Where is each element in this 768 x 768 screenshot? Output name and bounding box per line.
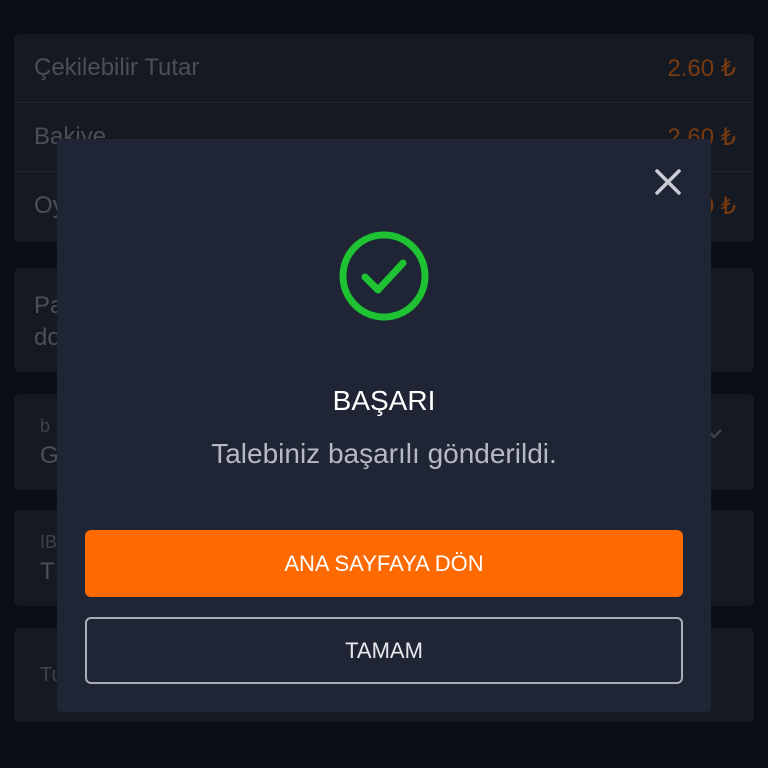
- balance-label: Çekilebilir Tutar: [34, 54, 200, 81]
- page: Çekilebilir Tutar 2.60 ₺ Bakiye 2.60 ₺ O…: [0, 0, 768, 768]
- iban-field-label: IB: [40, 532, 58, 552]
- modal-message: Talebiniz başarılı gönderildi.: [211, 438, 557, 469]
- bank-field-value: G: [40, 442, 59, 469]
- ok-button[interactable]: TAMAM: [85, 617, 683, 684]
- balance-row-withdrawable: Çekilebilir Tutar 2.60 ₺: [14, 34, 754, 103]
- home-button[interactable]: ANA SAYFAYA DÖN: [85, 530, 683, 597]
- modal-title: BAŞARI: [332, 385, 436, 416]
- close-icon[interactable]: [651, 165, 685, 199]
- iban-field-value: T: [40, 558, 55, 585]
- balance-value: 2.60 ₺: [667, 55, 736, 82]
- success-modal: BAŞARI Talebiniz başarılı gönderildi. AN…: [57, 139, 711, 712]
- bank-field-label: b: [40, 416, 51, 436]
- check-circle-icon: [339, 231, 429, 321]
